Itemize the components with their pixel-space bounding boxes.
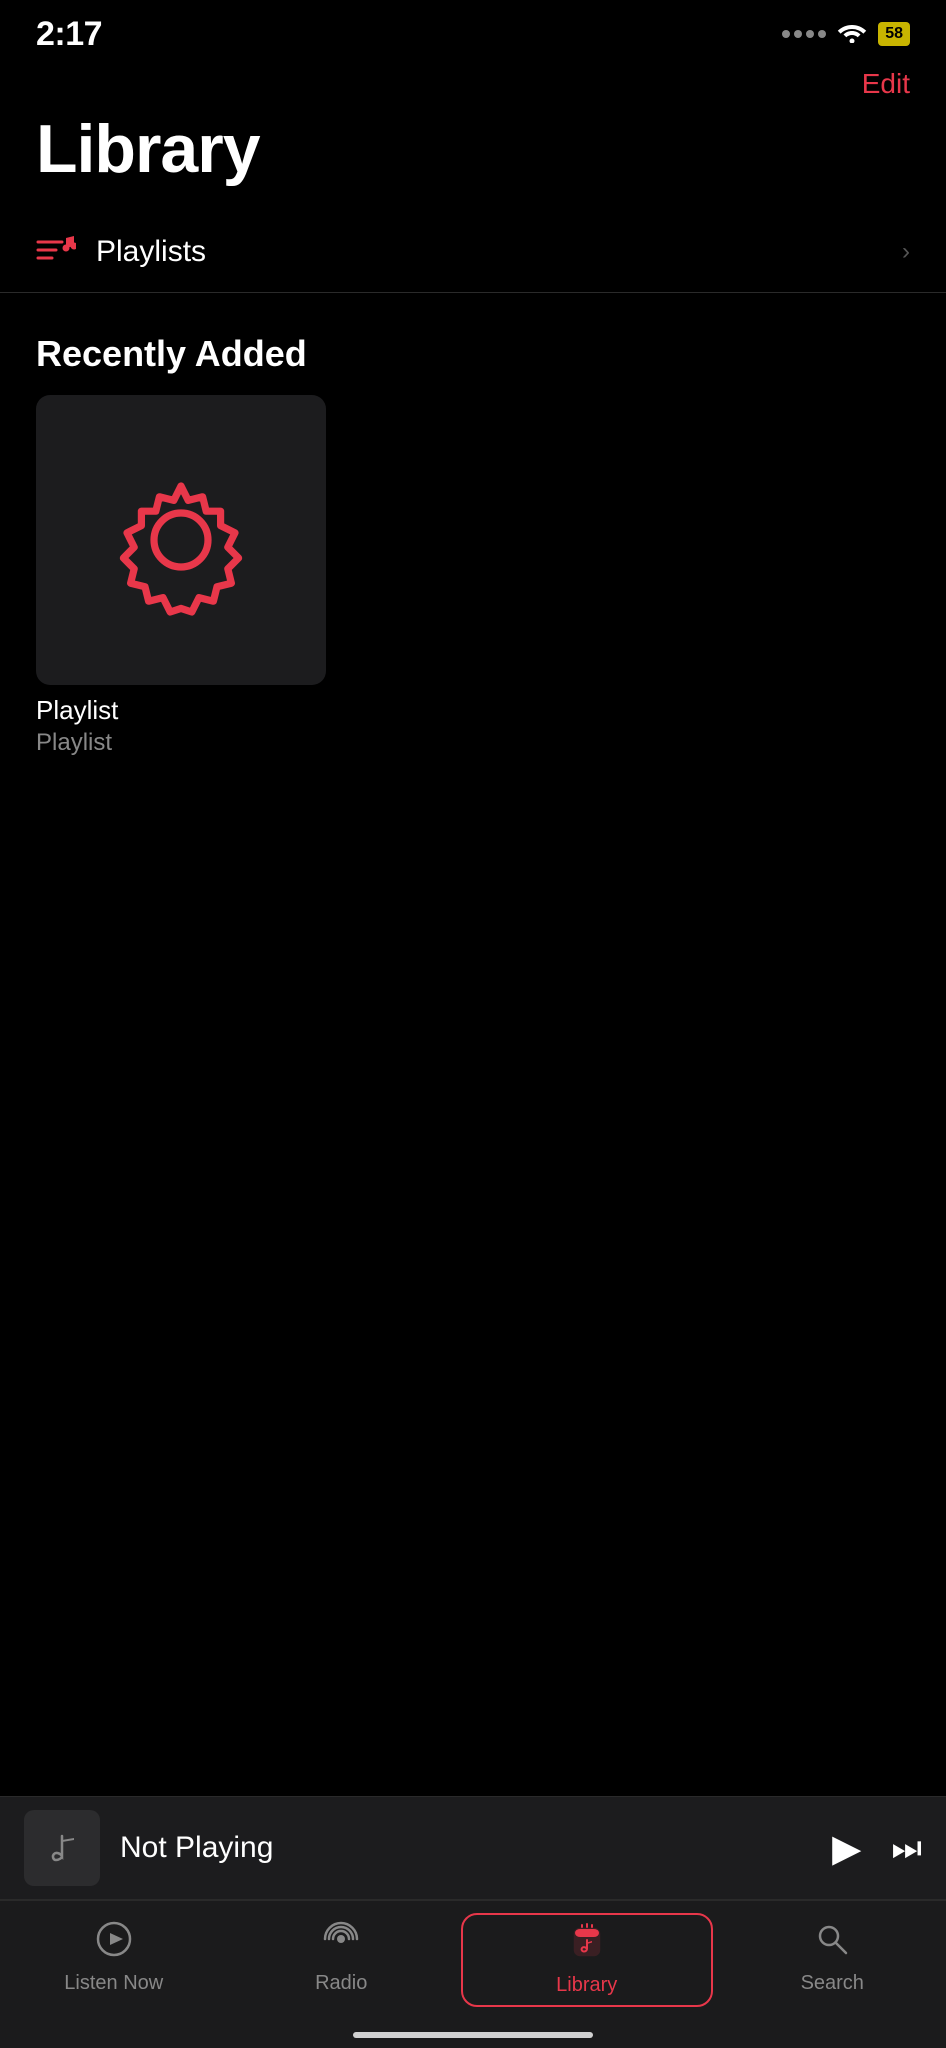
recently-added-grid: Playlist Playlist [0,395,946,757]
tab-library-label: Library [556,1974,617,1997]
library-list: Playlists › [0,212,946,293]
album-subtitle: Playlist [36,729,326,757]
tab-library[interactable]: Library [463,1915,711,2005]
tab-search[interactable]: Search [719,1915,946,2001]
home-indicator [353,2032,593,2038]
listen-now-icon [96,1921,132,1966]
album-title: Playlist [36,695,326,726]
tab-listen-now-label: Listen Now [64,1972,163,1995]
radio-icon [323,1921,359,1966]
tab-search-label: Search [801,1972,864,1995]
mini-player-controls: ▶ ⏭ [832,1826,922,1871]
album-artwork [36,395,326,685]
tab-radio[interactable]: Radio [228,1915,456,2001]
edit-button[interactable]: Edit [862,68,910,100]
mini-player-title: Not Playing [120,1831,832,1865]
album-card[interactable]: Playlist Playlist [36,395,326,757]
signal-icon [782,30,826,38]
library-icon [569,1923,605,1968]
status-time: 2:17 [36,15,102,54]
recently-added-title: Recently Added [0,293,946,395]
page-title: Library [0,100,946,188]
status-icons: 58 [782,19,910,49]
mini-skip-button[interactable]: ⏭ [891,1829,922,1868]
status-bar: 2:17 58 [0,0,946,60]
header-area: Edit [0,60,946,100]
mini-player-artwork [24,1810,100,1886]
search-icon [814,1921,850,1966]
playlists-label: Playlists [96,235,902,269]
tab-radio-label: Radio [315,1972,367,1995]
mini-player-info: Not Playing [120,1831,832,1865]
mini-player[interactable]: Not Playing ▶ ⏭ [0,1796,946,1900]
mini-play-button[interactable]: ▶ [832,1826,861,1871]
battery-indicator: 58 [878,22,910,46]
tab-bar: Listen Now Radio [0,1900,946,2048]
playlist-icon [36,234,76,270]
tab-listen-now[interactable]: Listen Now [0,1915,228,2001]
library-item-playlists[interactable]: Playlists › [0,212,946,293]
wifi-icon [836,19,868,49]
chevron-right-icon: › [902,238,910,266]
